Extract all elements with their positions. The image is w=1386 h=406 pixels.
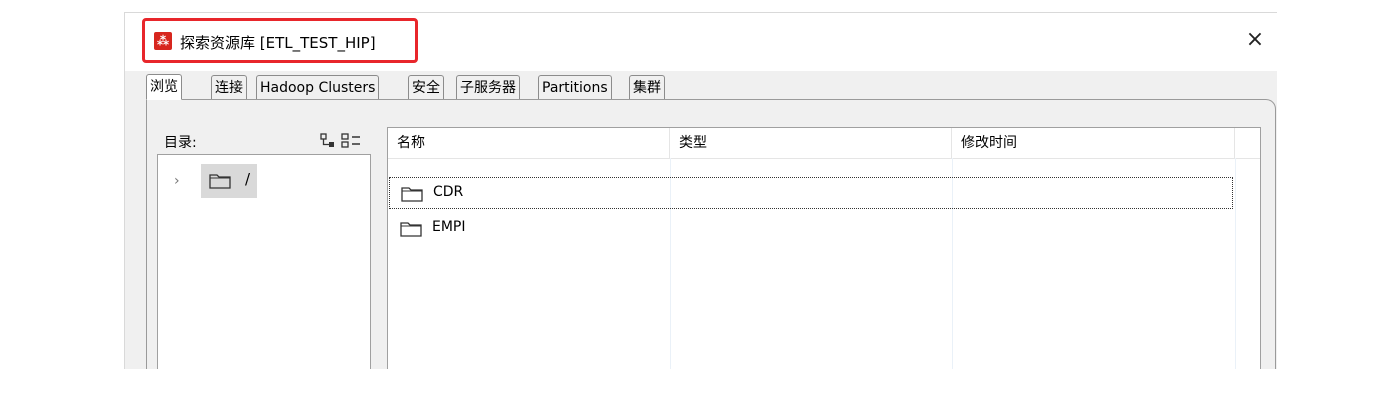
folder-icon (401, 187, 423, 202)
close-button[interactable]: × (1243, 29, 1267, 53)
tree-view-toggle-icon[interactable] (320, 133, 368, 149)
title-bar: ⁂ 探索资源库 [ETL_TEST_HIP] × (125, 13, 1277, 71)
file-row-cdr[interactable]: CDR (389, 177, 1233, 209)
folder-icon (209, 174, 231, 189)
tab-hadoop-clusters[interactable]: Hadoop Clusters (256, 75, 380, 99)
column-header-modified[interactable]: 修改时间 (952, 128, 1235, 158)
tab-security[interactable]: 安全 (408, 75, 444, 99)
tab-strip: 浏览 连接 Hadoop Clusters 安全 子服务器 Partitions… (146, 74, 1277, 100)
tab-partitions[interactable]: Partitions (538, 75, 612, 99)
tab-slave-servers[interactable]: 子服务器 (456, 75, 520, 99)
tab-clusters[interactable]: 集群 (629, 75, 665, 99)
window-title: 探索资源库 [ETL_TEST_HIP] (180, 34, 376, 52)
directory-label: 目录: (164, 135, 197, 151)
explorer-window: ⁂ 探索资源库 [ETL_TEST_HIP] × 浏览 连接 Hadoop Cl… (124, 12, 1277, 369)
file-row-empi[interactable]: EMPI (389, 213, 1233, 245)
folder-icon (400, 222, 422, 237)
column-header-name[interactable]: 名称 (388, 128, 670, 158)
file-list: 名称 类型 修改时间 CDR EMPI (387, 127, 1261, 369)
file-name: EMPI (432, 219, 466, 235)
chevron-right-icon[interactable]: › (174, 173, 180, 189)
tab-browse[interactable]: 浏览 (146, 74, 182, 100)
column-divider (1235, 158, 1236, 369)
file-list-header: 名称 类型 修改时间 (388, 128, 1260, 159)
directory-tree[interactable]: › / (157, 154, 371, 369)
tree-node-label: / (245, 170, 251, 188)
tab-connections[interactable]: 连接 (211, 75, 247, 99)
column-header-type[interactable]: 类型 (670, 128, 952, 158)
file-name: CDR (433, 184, 464, 200)
app-icon: ⁂ (154, 32, 172, 50)
tree-node-root[interactable]: / (201, 164, 257, 198)
